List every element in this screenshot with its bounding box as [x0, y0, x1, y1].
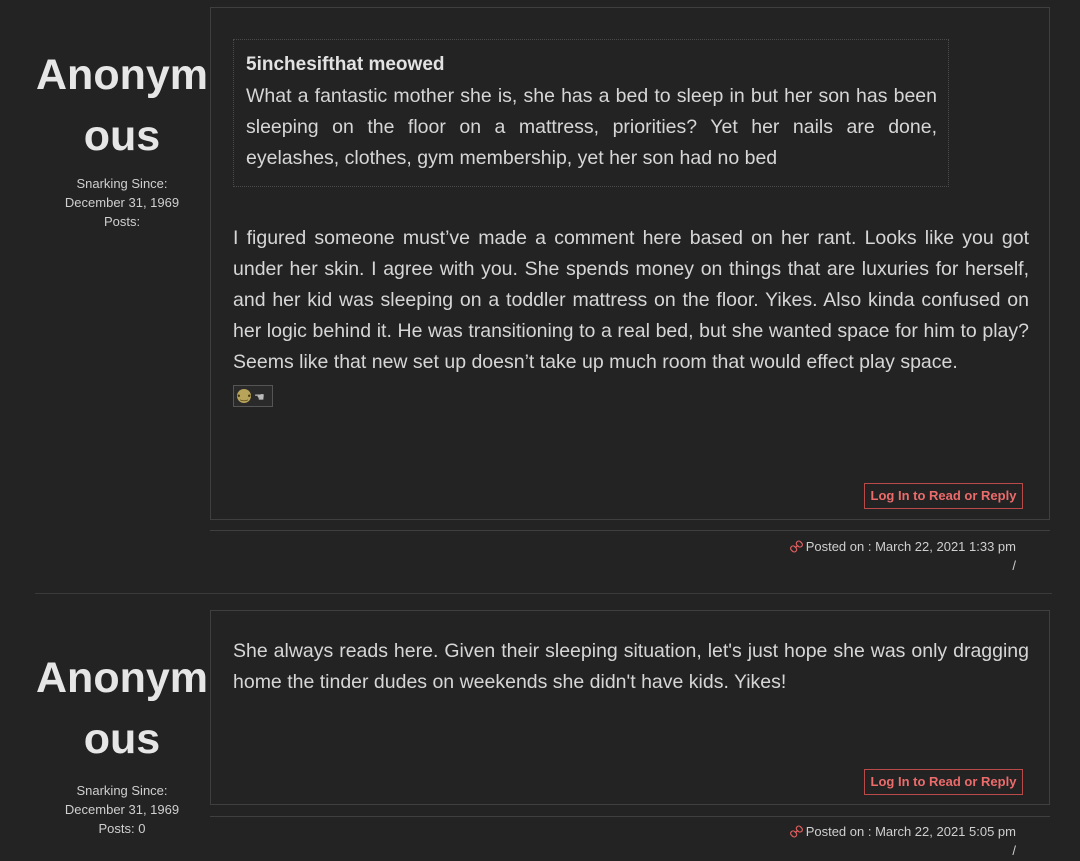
- author-meta: Snarking Since: December 31, 1969 Posts:…: [35, 781, 209, 838]
- quote-author: 5inchesifthat meowed: [246, 54, 445, 75]
- separator-slash: /: [1012, 558, 1016, 573]
- separator-slash: /: [1012, 843, 1016, 858]
- post-text: She always reads here. Given their sleep…: [233, 640, 1029, 693]
- snarking-since-label: Snarking Since:: [76, 176, 168, 191]
- posted-on[interactable]: Posted on : March 22, 2021 5:05 pm: [789, 824, 1016, 839]
- posts-count: Posts: 0: [98, 821, 146, 836]
- quote-block: 5inchesifthat meowed What a fantastic mo…: [233, 39, 949, 187]
- posted-on-text: Posted on : March 22, 2021 1:33 pm: [805, 539, 1016, 554]
- login-reply-button[interactable]: Log In to Read or Reply: [864, 483, 1023, 509]
- link-icon: [789, 540, 803, 553]
- author-name: Anonymous: [36, 51, 208, 160]
- post-body: She always reads here. Given their sleep…: [210, 610, 1050, 805]
- post-divider: [35, 593, 1052, 594]
- posts-count: Posts:: [103, 214, 141, 229]
- thinking-pointing-emoji-icon: •‿• ☚: [233, 384, 273, 407]
- author-name: Anonymous: [36, 654, 208, 763]
- quote-text: What a fantastic mother she is, she has …: [246, 85, 937, 169]
- author-panel: Anonymous Snarking Since: December 31, 1…: [35, 45, 209, 231]
- posted-on-text: Posted on : March 22, 2021 5:05 pm: [805, 824, 1016, 839]
- author-meta: Snarking Since: December 31, 1969 Posts:: [35, 174, 209, 231]
- login-reply-button[interactable]: Log In to Read or Reply: [864, 769, 1023, 795]
- snarking-since-date: December 31, 1969: [64, 802, 180, 817]
- post-text-content: I figured someone must’ve made a comment…: [233, 227, 1029, 373]
- post-text: I figured someone must’ve made a comment…: [233, 223, 1029, 409]
- snarking-since-label: Snarking Since:: [76, 783, 168, 798]
- snarking-since-date: December 31, 1969: [64, 195, 180, 210]
- post-meta: Posted on : March 22, 2021 5:05 pm /: [210, 816, 1050, 861]
- posted-on[interactable]: Posted on : March 22, 2021 1:33 pm: [789, 539, 1016, 554]
- post-meta: Posted on : March 22, 2021 1:33 pm /: [210, 530, 1050, 591]
- link-icon: [789, 825, 803, 838]
- post-body: 5inchesifthat meowed What a fantastic mo…: [210, 7, 1050, 520]
- author-panel: Anonymous Snarking Since: December 31, 1…: [35, 648, 209, 838]
